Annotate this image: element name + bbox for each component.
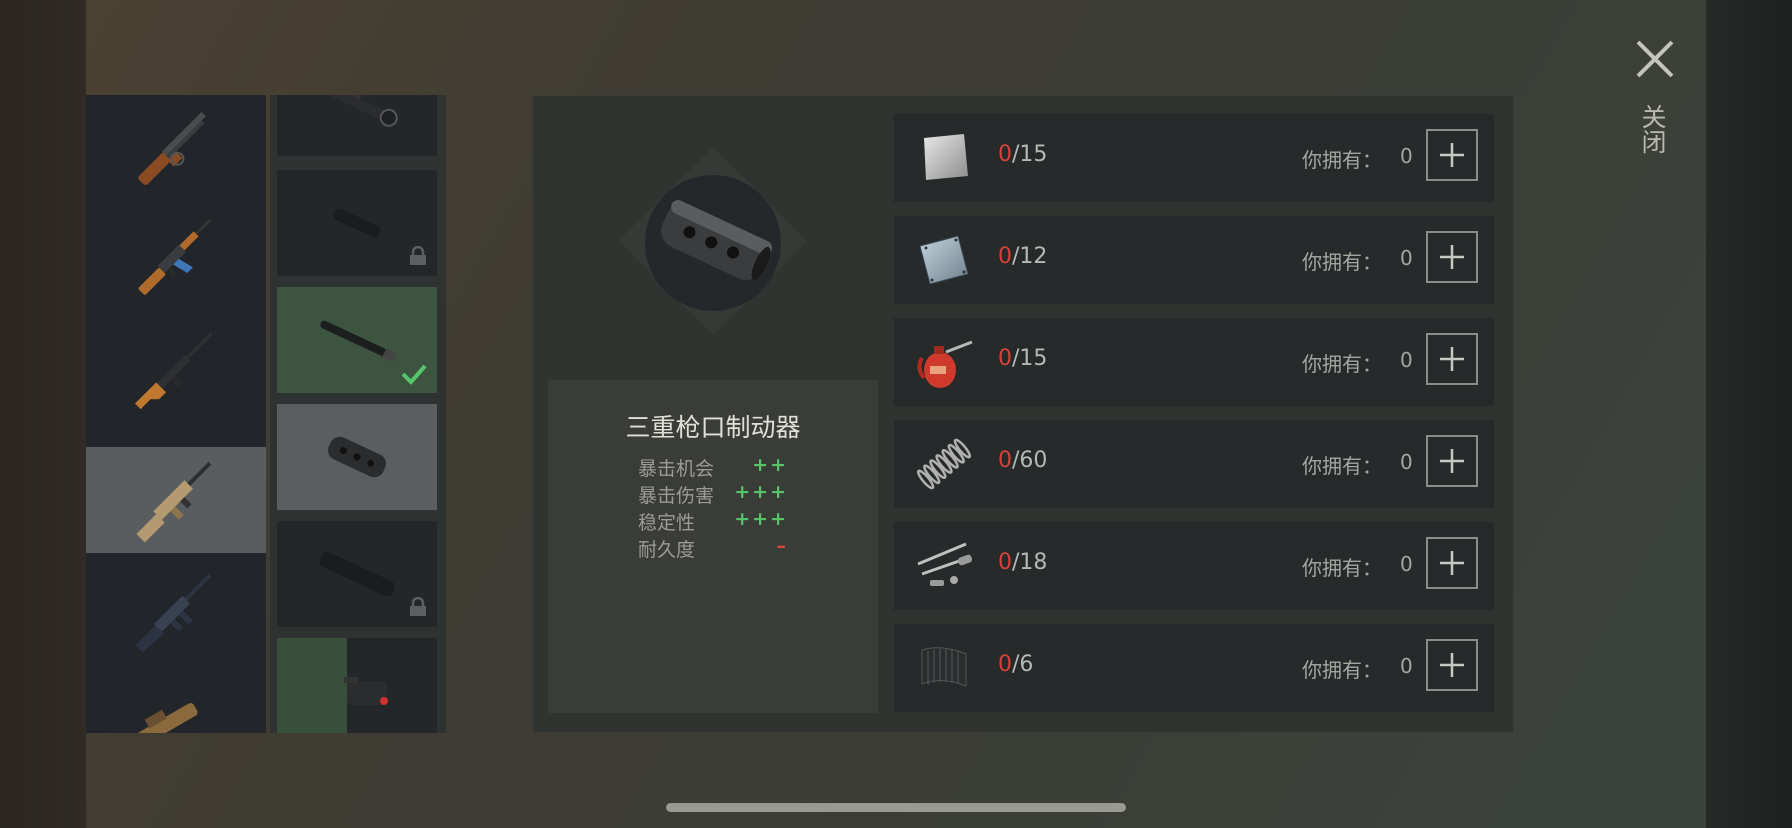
weapon-list[interactable] [86, 95, 266, 733]
plus-icon [1440, 449, 1464, 473]
required-count: 0/15 [998, 142, 1048, 167]
requirement-row: 0/15 你拥有： 0 [894, 114, 1494, 202]
stats-list: 暴击机会 ++ 暴击伤害 +++ 稳定性 +++ 耐久度 – [638, 454, 788, 562]
close-icon [1636, 40, 1674, 78]
owned-label: 你拥有： [1302, 556, 1382, 580]
item-info-box: 三重枪口制动器 暴击机会 ++ 暴击伤害 +++ 稳定性 +++ 耐久度 – [548, 380, 878, 713]
left-edge [0, 0, 86, 828]
close-label[interactable]: 关闭 [1638, 104, 1670, 154]
attachment-item-barrel-extension[interactable] [277, 287, 437, 393]
stat-name: 暴击伤害 [638, 485, 715, 507]
weapon-item-ak[interactable] [86, 203, 266, 309]
stat-row: 暴击伤害 +++ [638, 481, 788, 508]
stat-value: +++ [734, 481, 788, 503]
plus-icon [1440, 347, 1464, 371]
item-title: 三重枪口制动器 [625, 413, 801, 442]
steel-plate-icon [924, 134, 968, 180]
requirement-row: 0/18 你拥有： 0 [894, 522, 1494, 610]
attachment-item-laser-sight[interactable] [277, 638, 437, 733]
barrel-extension-icon [320, 320, 397, 362]
requirement-row: 0/6 你拥有： 0 [894, 624, 1494, 712]
owned-count: 0 [1400, 654, 1413, 678]
required-count: 0/60 [998, 448, 1048, 473]
partial-weapon-icon [132, 703, 198, 733]
required-count: 0/18 [998, 550, 1048, 575]
owned-label: 你拥有： [1302, 352, 1382, 376]
add-button[interactable] [1426, 231, 1478, 283]
add-button[interactable] [1426, 639, 1478, 691]
close-button[interactable] [1632, 36, 1678, 82]
scope-icon [320, 95, 398, 127]
stat-row: 耐久度 – [638, 535, 788, 562]
add-button[interactable] [1426, 537, 1478, 589]
weapon-item-shotgun[interactable] [86, 95, 266, 199]
checkmark-icon [401, 364, 427, 385]
required-count: 0/15 [998, 346, 1048, 371]
stat-value: +++ [734, 508, 788, 530]
stat-value: – [776, 535, 788, 557]
stat-value: ++ [752, 454, 788, 476]
owned-label: 你拥有： [1302, 250, 1382, 274]
attachment-item-muzzle-brake[interactable] [277, 404, 437, 510]
add-button[interactable] [1426, 435, 1478, 487]
owned-count: 0 [1400, 246, 1413, 270]
owned-label: 你拥有： [1302, 454, 1382, 478]
attachment-item-long-suppressor[interactable] [277, 521, 437, 627]
laser-sight-icon [344, 677, 388, 705]
muzzle-brake-icon [328, 436, 386, 478]
carbon-fiber-icon [921, 647, 967, 687]
attachment-item-scope[interactable] [277, 95, 437, 156]
stat-row: 暴击机会 ++ [638, 454, 788, 481]
muzzle-brake-icon [618, 146, 808, 336]
weapon-item-m16[interactable] [86, 559, 266, 665]
stat-name: 暴击机会 [638, 458, 715, 480]
weapon-item-svd[interactable] [86, 318, 266, 424]
right-edge [1706, 0, 1792, 828]
item-preview [600, 128, 826, 354]
svd-rifle-icon [134, 332, 213, 410]
plus-icon [1440, 245, 1464, 269]
scar-rifle-icon [136, 461, 212, 543]
home-indicator[interactable] [666, 803, 1126, 812]
weapon-item-partial[interactable] [86, 681, 266, 733]
oil-can-icon [917, 340, 973, 388]
weapon-item-scar[interactable] [86, 447, 266, 553]
owned-count: 0 [1400, 450, 1413, 474]
lever-action-shotgun-icon [138, 112, 206, 186]
long-suppressor-icon [319, 551, 395, 597]
required-count: 0/12 [998, 244, 1048, 269]
requirement-row: 0/15 你拥有： 0 [894, 318, 1494, 406]
weapon-parts-icon [917, 542, 973, 586]
spring-icon [916, 438, 972, 490]
short-suppressor-icon [333, 208, 381, 238]
stat-name: 耐久度 [638, 539, 696, 561]
owned-count: 0 [1400, 144, 1413, 168]
ak-rifle-icon [138, 218, 212, 295]
add-button[interactable] [1426, 129, 1478, 181]
owned-label: 你拥有： [1302, 148, 1382, 172]
plus-icon [1440, 653, 1464, 677]
attachment-list[interactable] [270, 95, 446, 733]
add-button[interactable] [1426, 333, 1478, 385]
owned-count: 0 [1400, 348, 1413, 372]
lock-icon [410, 246, 426, 265]
m16-rifle-icon [135, 573, 212, 653]
owned-label: 你拥有： [1302, 658, 1382, 682]
stat-name: 稳定性 [638, 512, 696, 534]
requirement-row: 0/60 你拥有： 0 [894, 420, 1494, 508]
requirement-row: 0/12 你拥有： 0 [894, 216, 1494, 304]
stat-row: 稳定性 +++ [638, 508, 788, 535]
required-count: 0/6 [998, 652, 1034, 677]
lock-icon [410, 597, 426, 616]
plus-icon [1440, 143, 1464, 167]
attachment-item-short-suppressor[interactable] [277, 170, 437, 276]
plus-icon [1440, 551, 1464, 575]
owned-count: 0 [1400, 552, 1413, 576]
selected-weapon-pointer [248, 487, 265, 517]
metal-sheet-icon [919, 235, 969, 285]
